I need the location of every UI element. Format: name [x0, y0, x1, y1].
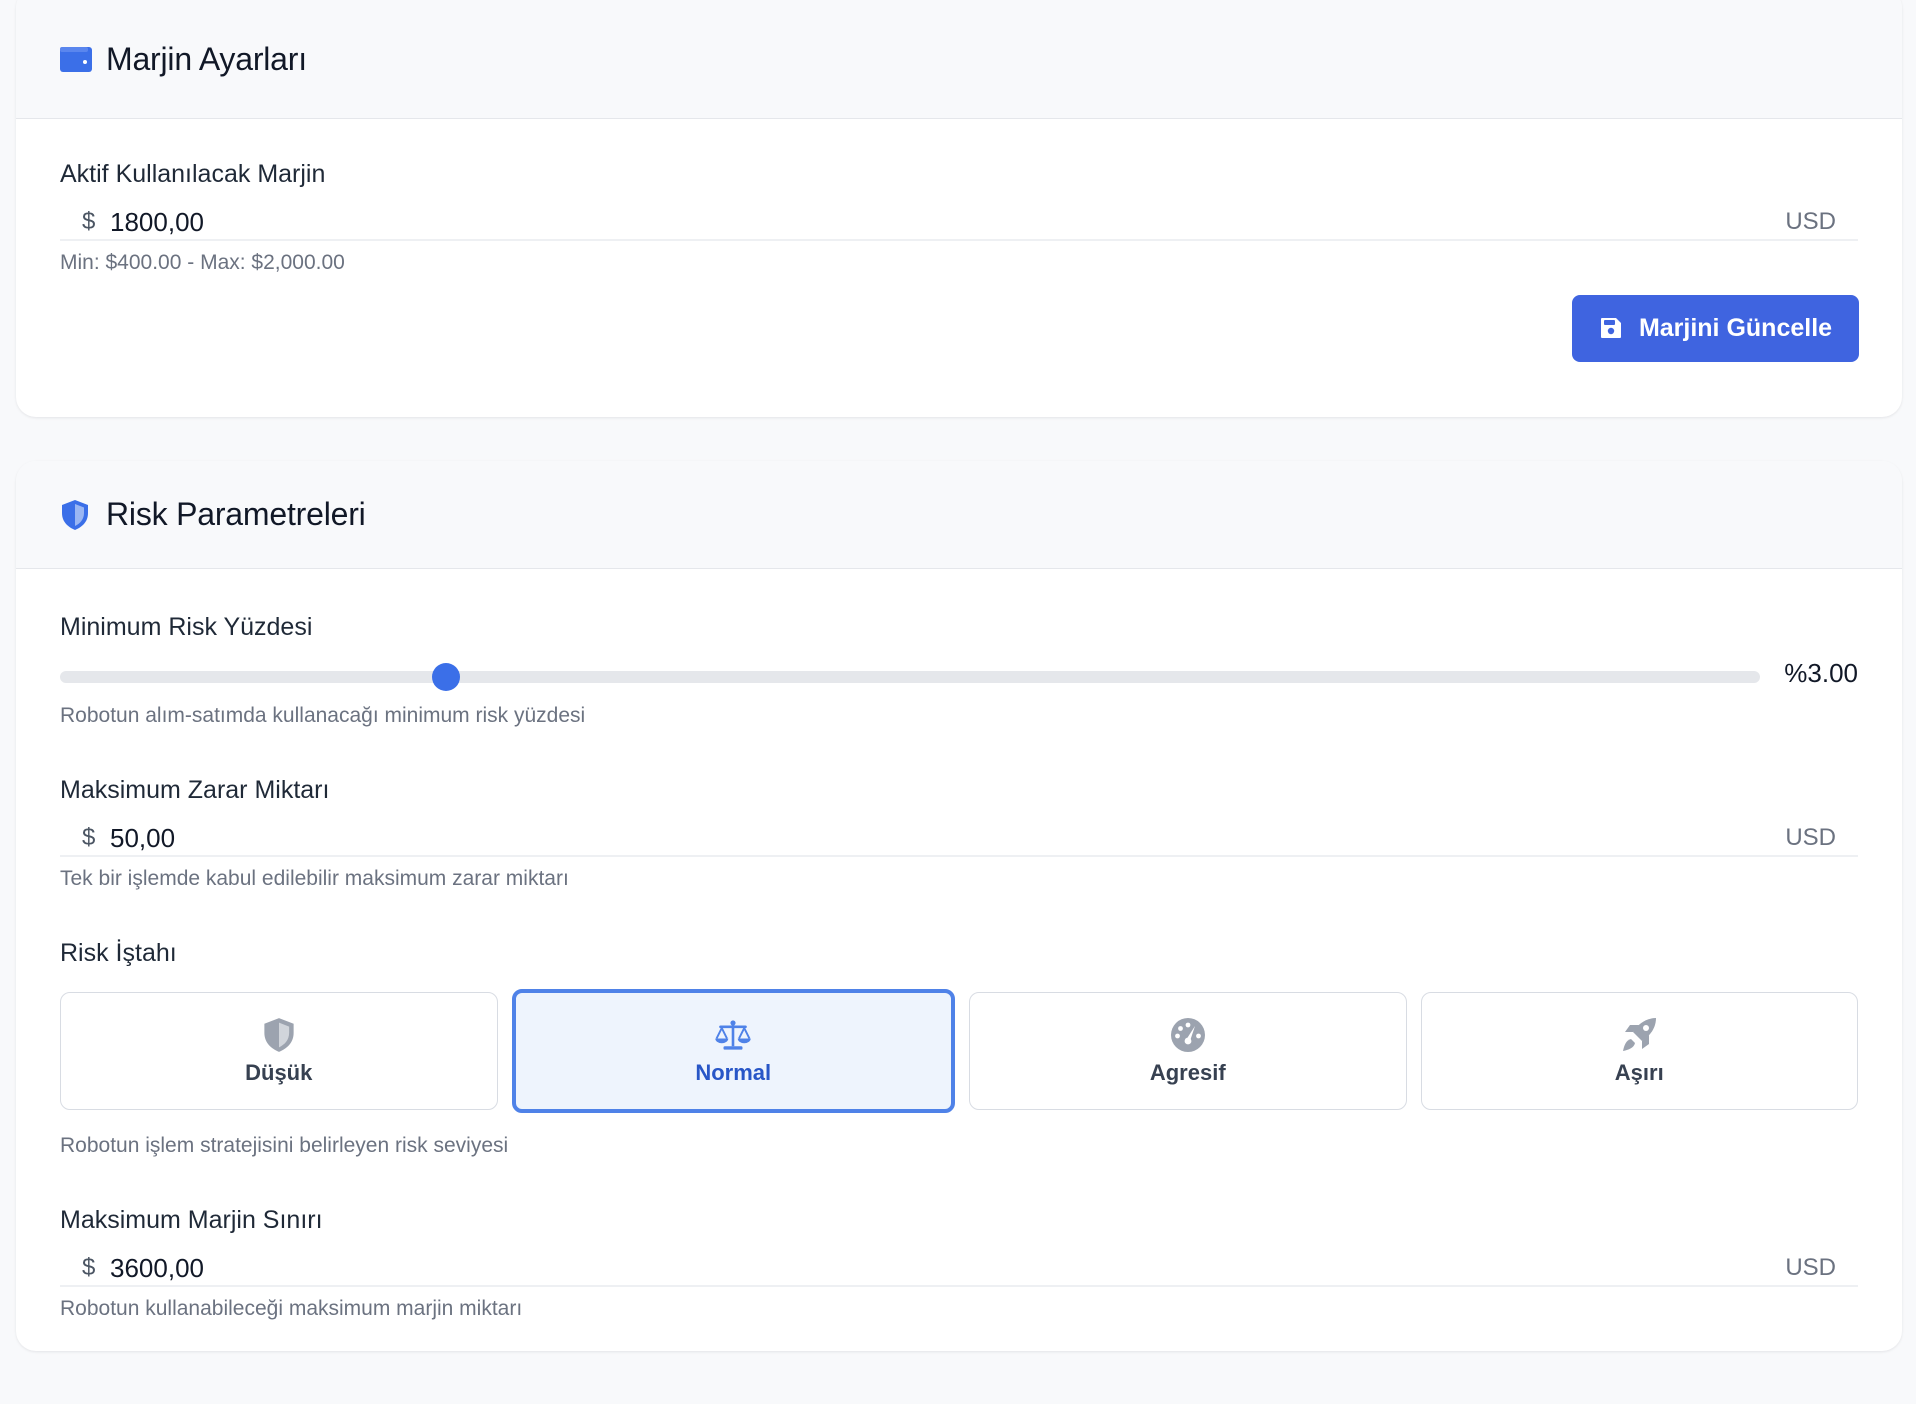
risk-option-label: Düşük: [245, 1060, 313, 1085]
rocket-icon: [1620, 1016, 1658, 1054]
settings-page: Marjin Ayarları Aktif Kullanılacak Marji…: [0, 0, 1916, 1404]
max-loss-label: Maksimum Zarar Miktarı: [60, 776, 330, 804]
risk-parameters-title: Risk Parametreleri: [106, 496, 366, 532]
risk-appetite-help: Robotun işlem stratejisini belirleyen ri…: [60, 1134, 509, 1157]
margin-settings-body: Aktif Kullanılacak Marjin $ USD Min: $40…: [16, 119, 1902, 275]
risk-appetite-options: Düşük Normal Agresif Aşırı: [60, 989, 1858, 1113]
min-risk-help: Robotun alım-satımda kullanacağı minimum…: [60, 704, 586, 727]
risk-option-low[interactable]: Düşük: [60, 992, 498, 1110]
shield-icon: [260, 1016, 298, 1054]
max-margin-limit-field[interactable]: $ USD: [60, 1251, 1858, 1287]
active-margin-help: Min: $400.00 - Max: $2,000.00: [60, 251, 345, 274]
balance-scale-icon: [714, 1016, 752, 1054]
currency-prefix: $: [82, 824, 96, 851]
update-margin-label: Marjini Güncelle: [1638, 314, 1833, 342]
active-margin-field[interactable]: $ USD: [60, 205, 1858, 241]
currency-prefix: $: [82, 208, 96, 235]
min-risk-value: %3.00: [1784, 658, 1858, 688]
max-margin-limit-help: Robotun kullanabileceği maksimum marjin …: [60, 1297, 523, 1320]
margin-settings-card: Marjin Ayarları Aktif Kullanılacak Marji…: [16, 0, 1902, 417]
risk-option-label: Agresif: [1149, 1060, 1226, 1085]
currency-suffix: USD: [1785, 1254, 1836, 1281]
risk-option-label: Normal: [695, 1060, 772, 1085]
max-margin-limit-label: Maksimum Marjin Sınırı: [60, 1206, 323, 1234]
risk-parameters-card: Risk Parametreleri Minimum Risk Yüzdesi …: [16, 461, 1902, 1351]
risk-option-normal[interactable]: Normal: [511, 989, 955, 1113]
min-risk-slider-track[interactable]: [60, 671, 1760, 683]
update-margin-button[interactable]: Marjini Güncelle: [1572, 295, 1859, 362]
min-risk-label: Minimum Risk Yüzdesi: [60, 613, 313, 641]
currency-suffix: USD: [1785, 824, 1836, 851]
risk-option-aggressive[interactable]: Agresif: [969, 992, 1407, 1110]
active-margin-label: Aktif Kullanılacak Marjin: [60, 160, 326, 188]
max-margin-limit-input[interactable]: [110, 1252, 1786, 1284]
save-icon: [1599, 316, 1625, 342]
currency-suffix: USD: [1785, 208, 1836, 235]
currency-prefix: $: [82, 1254, 96, 1281]
min-risk-slider-thumb[interactable]: [431, 663, 460, 691]
max-loss-input[interactable]: [110, 822, 1786, 854]
gauge-icon: [1169, 1016, 1207, 1054]
max-loss-help: Tek bir işlemde kabul edilebilir maksimu…: [60, 867, 569, 890]
risk-appetite-label: Risk İştahı: [60, 939, 177, 967]
shield-icon: [60, 499, 92, 531]
max-loss-field[interactable]: $ USD: [60, 821, 1858, 857]
wallet-icon: [60, 43, 92, 75]
min-risk-slider-row: %3.00: [60, 656, 1858, 696]
risk-parameters-body: Minimum Risk Yüzdesi %3.00 Robotun alım-…: [16, 569, 1902, 1321]
risk-option-extreme[interactable]: Aşırı: [1420, 992, 1858, 1110]
active-margin-input[interactable]: [110, 206, 1786, 238]
margin-settings-header: Marjin Ayarları: [16, 0, 1902, 119]
risk-option-label: Aşırı: [1614, 1060, 1664, 1085]
risk-parameters-header: Risk Parametreleri: [16, 461, 1902, 569]
margin-settings-title: Marjin Ayarları: [106, 40, 307, 77]
